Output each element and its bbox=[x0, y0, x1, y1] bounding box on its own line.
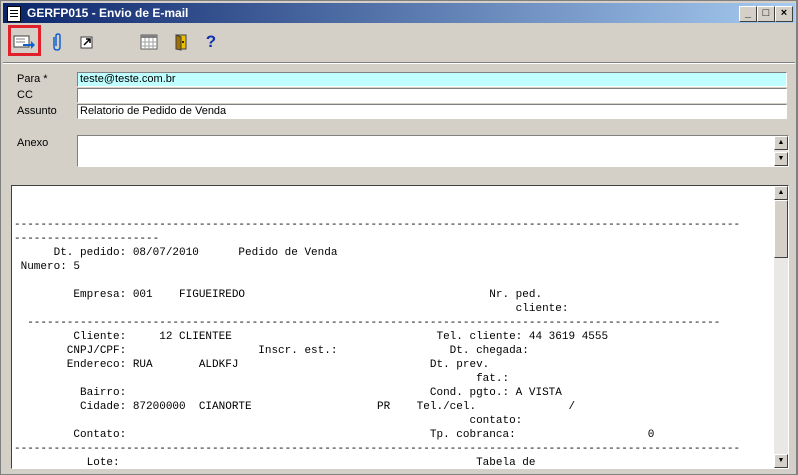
app-document-icon bbox=[7, 6, 21, 22]
body-scroll-up-icon[interactable]: ▲ bbox=[774, 186, 788, 200]
email-body[interactable]: ----------------------------------------… bbox=[11, 185, 789, 469]
attach-button[interactable] bbox=[45, 31, 69, 53]
report-line: ---------------------- bbox=[14, 233, 160, 245]
toolbar-separator bbox=[3, 62, 795, 64]
subject-field[interactable]: Relatorio de Pedido de Venda bbox=[77, 104, 787, 119]
subject-label: Assunto bbox=[17, 105, 57, 117]
report-line: ----------------------------------------… bbox=[14, 317, 721, 329]
report-line: Cidade: 87200000 CIANORTE PR Tel./cel. / bbox=[14, 401, 576, 413]
to-label: Para * bbox=[17, 73, 48, 85]
report-line bbox=[14, 190, 776, 204]
email-window: GERFP015 - Envio de E-mail _ □ × ? Para … bbox=[0, 0, 798, 475]
calendar-grid-icon bbox=[140, 34, 158, 50]
report-line: fat.: bbox=[14, 373, 510, 385]
toolbar: ? bbox=[3, 25, 795, 61]
minimize-button[interactable]: _ bbox=[739, 6, 757, 22]
send-email-button[interactable] bbox=[12, 31, 36, 53]
report-line: Contato: Tp. cobranca: 0 bbox=[14, 429, 655, 441]
report-line bbox=[14, 204, 776, 218]
report-text: ----------------------------------------… bbox=[12, 190, 776, 468]
report-line: cliente: bbox=[14, 303, 569, 315]
to-field[interactable]: teste@teste.com.br bbox=[77, 72, 787, 87]
annex-scroll-down-icon[interactable]: ▼ bbox=[774, 152, 788, 166]
report-line: CNPJ/CPF: Inscr. est.: Dt. chegada: bbox=[14, 345, 529, 357]
report-line: Bairro: Cond. pgto.: A VISTA bbox=[14, 387, 562, 399]
report-line: ----------------------------------------… bbox=[14, 219, 741, 231]
annex-field[interactable]: ▲ ▼ bbox=[77, 135, 789, 167]
report-line: Empresa: 001 FIGUEIREDO Nr. ped. bbox=[14, 289, 543, 301]
body-scrollbar[interactable]: ▲ ▼ bbox=[774, 186, 788, 468]
exit-door-icon bbox=[175, 34, 187, 51]
report-line: Numero: 5 bbox=[14, 261, 81, 273]
annex-scroll-up-icon[interactable]: ▲ bbox=[774, 136, 788, 150]
close-button[interactable]: × bbox=[775, 6, 793, 22]
attach-icon bbox=[53, 33, 61, 51]
report-line: Dt. pedido: 08/07/2010 Pedido de Venda bbox=[14, 247, 338, 259]
report-line: Endereco: RUA ALDKFJ Dt. prev. bbox=[14, 359, 490, 371]
report-line bbox=[14, 274, 776, 288]
send-email-icon bbox=[13, 35, 35, 49]
export-icon bbox=[80, 36, 93, 49]
annex-scrollbar[interactable]: ▲ ▼ bbox=[774, 136, 788, 166]
help-icon: ? bbox=[205, 32, 217, 51]
annex-label: Anexo bbox=[17, 137, 49, 149]
report-line: Lote: Tabela de bbox=[14, 457, 536, 468]
exit-button[interactable] bbox=[169, 31, 193, 53]
title-bar: GERFP015 - Envio de E-mail _ □ × bbox=[3, 3, 795, 23]
body-scroll-thumb[interactable] bbox=[774, 200, 788, 258]
help-button[interactable]: ? bbox=[199, 31, 223, 53]
report-line: ----------------------------------------… bbox=[14, 443, 741, 455]
window-title: GERFP015 - Envio de E-mail bbox=[27, 6, 189, 20]
calendar-grid-button[interactable] bbox=[137, 31, 161, 53]
cc-label: CC bbox=[17, 89, 33, 101]
report-line: contato: bbox=[14, 415, 523, 427]
report-line: Cliente: 12 CLIENTEE Tel. cliente: 44 36… bbox=[14, 331, 609, 343]
cc-field[interactable] bbox=[77, 88, 787, 103]
export-button[interactable] bbox=[75, 31, 99, 53]
maximize-button[interactable]: □ bbox=[757, 6, 775, 22]
body-scroll-down-icon[interactable]: ▼ bbox=[774, 454, 788, 468]
